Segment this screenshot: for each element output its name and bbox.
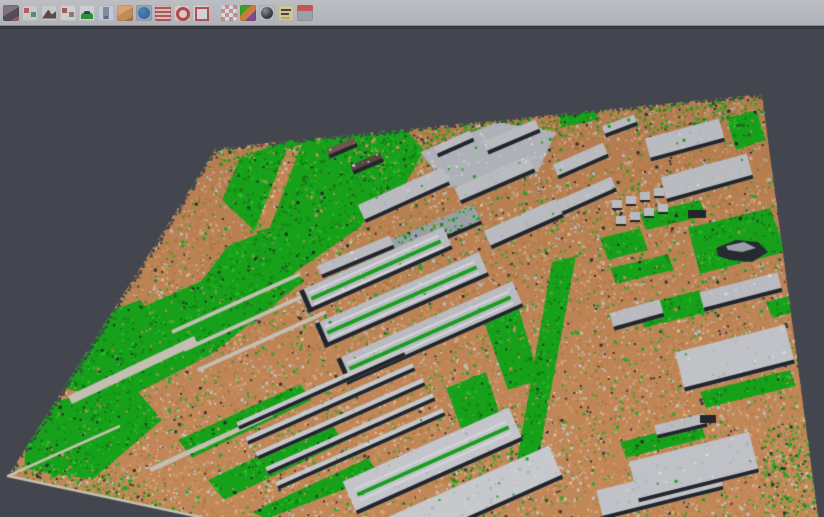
target-icon[interactable] (174, 5, 190, 21)
orthophoto-icon[interactable] (117, 5, 133, 21)
layers-icon[interactable] (155, 5, 171, 21)
profile-icon[interactable] (98, 5, 114, 21)
3d-viewport[interactable] (0, 26, 824, 517)
sphere-view-icon[interactable] (259, 5, 275, 21)
classification-icon[interactable] (240, 5, 256, 21)
report-icon[interactable] (278, 5, 294, 21)
toolbar-separator (212, 5, 218, 21)
dem-icon[interactable] (41, 5, 57, 21)
toolbar (0, 0, 824, 26)
import-cloud-icon[interactable] (3, 5, 19, 21)
terrain-icon[interactable] (79, 5, 95, 21)
geolocation-icon[interactable] (136, 5, 152, 21)
align-icon[interactable] (22, 5, 38, 21)
export-icon[interactable] (297, 5, 313, 21)
sparse-points-icon[interactable] (60, 5, 76, 21)
point-cloud-canvas[interactable] (0, 26, 824, 517)
grid-icon[interactable] (221, 5, 237, 21)
crop-icon[interactable] (193, 5, 209, 21)
application-window (0, 0, 824, 517)
